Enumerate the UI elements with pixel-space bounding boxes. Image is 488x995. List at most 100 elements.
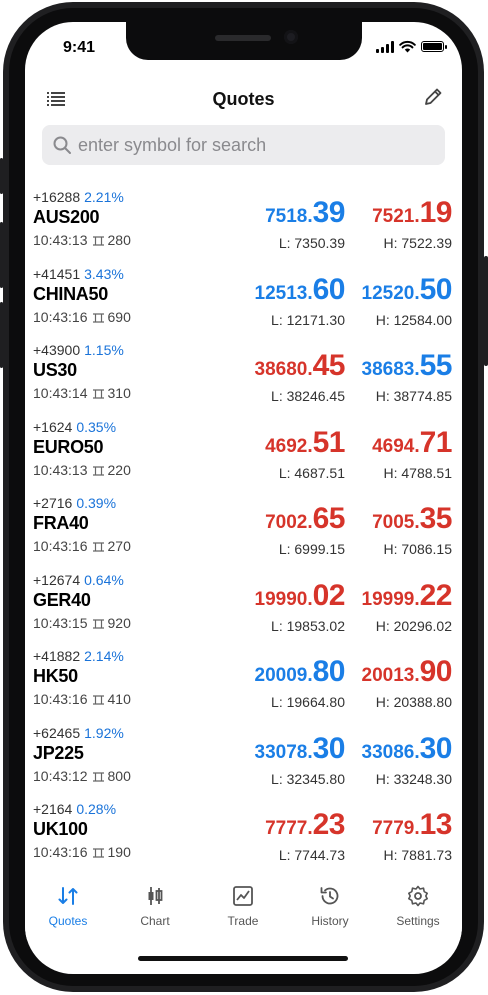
edit-pencil-icon[interactable] bbox=[422, 86, 444, 108]
tab-bar: Quotes Chart Trade History Settings bbox=[25, 870, 462, 940]
change-percent: 2.14% bbox=[84, 648, 124, 664]
daily-change: +41451 3.43% bbox=[33, 266, 124, 282]
symbol-name: GER40 bbox=[33, 589, 91, 610]
ask-price-pips: 71 bbox=[419, 425, 453, 459]
tab-settings[interactable]: Settings bbox=[383, 870, 453, 930]
daily-change: +1624 0.35% bbox=[33, 419, 116, 435]
spread-value: 800 bbox=[107, 767, 131, 784]
quotes-icon bbox=[58, 887, 78, 905]
ask-price: 19999.22 bbox=[362, 579, 453, 613]
quote-row[interactable]: +62465 1.92% JP225 10:43:12 800 33078.30 33086… bbox=[25, 722, 462, 798]
high-price: H: 33248.30 bbox=[375, 770, 452, 787]
spread-value: 280 bbox=[107, 232, 131, 248]
tab-label: History bbox=[311, 914, 349, 928]
home-indicator bbox=[138, 956, 348, 961]
settings-icon bbox=[408, 885, 428, 907]
low-price: L: 19664.80 bbox=[271, 694, 345, 710]
quote-time: 10:43:16 410 bbox=[33, 691, 131, 707]
ask-price-pips: 90 bbox=[419, 655, 453, 688]
low-price: L: 4687.51 bbox=[278, 464, 345, 481]
screen: 9:41 Quotes enter symbol for search +162 bbox=[25, 22, 462, 974]
ask-price-pips: 35 bbox=[419, 502, 453, 535]
quote-row[interactable]: +43900 1.15% US30 10:43:14 310 38680.45 38683.… bbox=[25, 339, 462, 415]
ask-price-base: 7521. bbox=[372, 206, 420, 227]
ask-price-base: 7005. bbox=[372, 512, 420, 533]
change-points: +1624 bbox=[33, 418, 73, 435]
quote-row[interactable]: +2716 0.39% FRA40 10:43:16 270 7002.65 7005.35… bbox=[25, 492, 462, 568]
search-bar[interactable]: enter symbol for search bbox=[42, 125, 445, 165]
low-price: L: 32345.80 bbox=[271, 770, 345, 787]
bid-price: 19990.02 bbox=[255, 579, 346, 613]
ask-price-base: 4694. bbox=[372, 435, 420, 457]
phone-side-button bbox=[484, 256, 488, 366]
change-points: +2716 bbox=[33, 495, 73, 511]
trade-icon bbox=[233, 886, 253, 906]
spread-value: 190 bbox=[107, 844, 131, 860]
change-percent: 1.92% bbox=[84, 724, 124, 741]
quote-row[interactable]: +12674 0.64% GER40 10:43:15 920 19990.02 19999… bbox=[25, 569, 462, 645]
quote-row[interactable]: +41451 3.43% CHINA50 10:43:16 690 12513.60 125… bbox=[25, 263, 462, 339]
change-percent: 0.35% bbox=[76, 418, 117, 435]
ask-price: 7779.13 bbox=[372, 808, 452, 842]
history-icon bbox=[320, 887, 339, 905]
bid-price-pips: 45 bbox=[312, 349, 346, 382]
quote-row[interactable]: +1624 0.35% EURO50 10:43:13 220 4692.51 4694.7… bbox=[25, 416, 462, 492]
change-percent: 0.64% bbox=[84, 571, 124, 588]
tab-label: Trade bbox=[227, 914, 259, 928]
tab-label: Chart bbox=[140, 914, 170, 928]
spread-icon bbox=[92, 542, 104, 552]
ask-price-pips: 19 bbox=[419, 196, 453, 229]
search-input[interactable]: enter symbol for search bbox=[78, 135, 266, 156]
ask-price-base: 20013. bbox=[361, 665, 420, 686]
ask-price: 12520.50 bbox=[362, 273, 453, 307]
daily-change: +2716 0.39% bbox=[33, 495, 116, 511]
spread-value: 270 bbox=[107, 538, 131, 554]
change-percent: 2.21% bbox=[84, 189, 124, 205]
quote-time: 10:43:12 800 bbox=[33, 768, 131, 784]
camera bbox=[284, 30, 298, 44]
change-percent: 0.39% bbox=[76, 495, 117, 511]
battery-icon bbox=[421, 41, 447, 52]
bid-price-base: 33078. bbox=[254, 741, 313, 763]
symbol-name: US30 bbox=[33, 360, 77, 380]
page-title: Quotes bbox=[212, 89, 275, 109]
bid-price-pips: 23 bbox=[312, 808, 346, 841]
high-price: H: 12584.00 bbox=[375, 311, 452, 328]
high-price: H: 7522.39 bbox=[383, 235, 453, 251]
change-points: +41882 bbox=[33, 648, 81, 664]
symbol-name: FRA40 bbox=[33, 513, 89, 533]
spread-value: 220 bbox=[107, 461, 131, 478]
high-price: H: 20296.02 bbox=[375, 617, 452, 634]
high-price: H: 20388.80 bbox=[375, 694, 452, 710]
quote-row[interactable]: +16288 2.21% AUS200 10:43:13 280 7518.39 7521.… bbox=[25, 186, 462, 262]
bid-price-pips: 39 bbox=[312, 196, 346, 229]
quote-time: 10:43:15 920 bbox=[33, 615, 131, 631]
change-percent: 1.15% bbox=[84, 342, 124, 358]
change-points: +12674 bbox=[33, 571, 81, 588]
quote-time: 10:43:14 310 bbox=[33, 385, 131, 401]
tab-history[interactable]: History bbox=[295, 870, 365, 930]
low-price: L: 12171.30 bbox=[271, 311, 345, 328]
ask-price: 38683.55 bbox=[362, 349, 453, 383]
bid-price: 7518.39 bbox=[265, 196, 345, 230]
change-points: +62465 bbox=[33, 724, 81, 741]
ask-price-base: 12520. bbox=[361, 282, 420, 304]
bid-price-pips: 30 bbox=[312, 731, 346, 765]
bid-price-pips: 51 bbox=[312, 425, 346, 459]
bid-price: 38680.45 bbox=[255, 349, 346, 383]
tab-label: Settings bbox=[396, 914, 440, 928]
quote-row[interactable]: +2164 0.28% UK100 10:43:16 190 7777.23 7779.13… bbox=[25, 798, 462, 874]
bid-price-pips: 65 bbox=[312, 502, 346, 535]
tab-quotes[interactable]: Quotes bbox=[33, 870, 103, 930]
symbol-name: CHINA50 bbox=[33, 283, 108, 304]
symbol-name: EURO50 bbox=[33, 436, 104, 457]
bid-price-base: 7777. bbox=[265, 818, 313, 839]
phone-side-button bbox=[0, 222, 3, 288]
spread-value: 920 bbox=[107, 614, 131, 631]
ask-price: 4694.71 bbox=[372, 426, 452, 460]
change-points: +16288 bbox=[33, 189, 81, 205]
tab-chart[interactable]: Chart bbox=[120, 870, 190, 930]
bid-price-pips: 80 bbox=[312, 655, 346, 688]
tab-trade[interactable]: Trade bbox=[208, 870, 278, 930]
quote-row[interactable]: +41882 2.14% HK50 10:43:16 410 20009.80 20013.… bbox=[25, 645, 462, 721]
